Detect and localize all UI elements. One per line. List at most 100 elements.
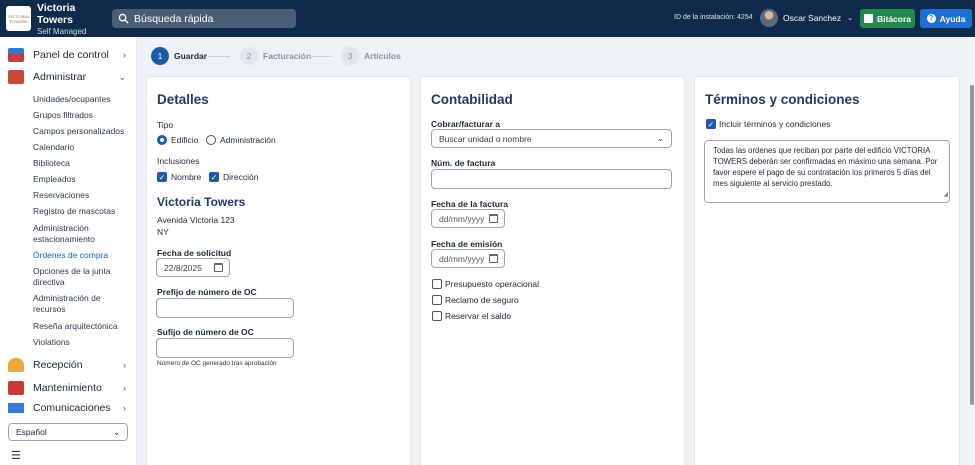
language-select[interactable]: Español ⌄ [8,423,128,441]
suffix-input[interactable] [156,338,294,358]
include-terms-checkbox[interactable]: ✓ [706,119,716,129]
sidebar-subitem[interactable]: Registro de mascotas [33,206,133,217]
issue-date-placeholder: dd/mm/yyyy [439,253,485,264]
include-name-checkbox[interactable]: ✓ [157,172,167,182]
type-building-label: Edificio [171,135,199,145]
type-building-radio[interactable] [157,135,167,145]
chevron-right-icon: › [123,50,126,60]
sidebar-subitem[interactable]: Calendario [33,142,133,153]
bill-to-label: Cobrar/facturar a [431,119,500,129]
scrollbar-thumb[interactable] [970,85,974,405]
terms-title: Términos y condiciones [705,92,860,107]
sidebar-item-communications[interactable]: Comunicaciones › [8,403,128,413]
step-billing[interactable]: 2 Facturación [240,47,311,65]
sidebar-subitem[interactable]: Opciones de la junta directiva [33,266,113,288]
reserve-balance-label: Reservar el saldo [445,311,512,321]
sidebar-subitem[interactable]: Biblioteca [33,158,133,169]
sidebar-item-label: Administrar [33,71,87,83]
collapse-menu-icon[interactable]: ☰ [11,449,21,462]
reserve-balance-checkbox[interactable] [432,311,442,321]
sidebar-item-maintenance[interactable]: Mantenimiento › [8,381,128,395]
invoice-num-input[interactable] [431,169,672,189]
sidebar-subitem[interactable]: Unidades/ocupantes [33,94,133,105]
sidebar-subitem[interactable]: Administración de recursos [33,293,113,315]
sidebar-subitem[interactable]: Reseña arquitectónica [33,321,133,332]
invoice-date-label: Fecha de la factura [431,199,509,209]
prefix-input[interactable] [156,298,294,318]
sidebar: Panel de control › Administrar ⌄ Unidade… [0,37,137,465]
home-icon [8,48,24,62]
top-bar: VICTORIA TOWERS Victoria Towers Self Man… [0,0,975,37]
operating-budget-checkbox[interactable] [432,279,442,289]
logo-text: VICTORIA TOWERS [8,13,29,24]
question-icon: ? [926,14,936,23]
resize-handle-icon[interactable]: ◢ [943,190,948,201]
sidebar-item-label: Comunicaciones [33,403,111,413]
sidebar-subitem-active[interactable]: Órdenes de compra [33,250,133,261]
megaphone-icon [8,403,24,413]
quick-search[interactable]: Búsqueda rápida [112,9,296,28]
step-save[interactable]: 1 Guardar [151,47,207,65]
toolbox-icon [8,381,24,395]
terms-card: Términos y condiciones ✓ Incluir término… [694,76,960,465]
help-button[interactable]: ? Ayuda [920,9,972,28]
bill-to-value: Buscar unidad o nombre [439,133,532,144]
issue-date-label: Fecha de emisión [431,239,503,249]
chevron-right-icon: › [123,383,126,393]
step-number: 1 [151,47,169,65]
logbook-button-label: Bitácora [876,13,911,24]
sidebar-item-admin[interactable]: Administrar ⌄ [8,70,128,84]
step-divider [208,56,230,57]
sidebar-subitem[interactable]: Campos personalizados [33,126,133,137]
chevron-down-icon: ⌄ [657,134,664,143]
sidebar-item-label: Mantenimiento [33,382,102,394]
sidebar-subitem[interactable]: Violations [33,337,133,348]
calendar-icon[interactable] [489,214,498,223]
type-admin-label: Administración [220,135,276,145]
search-placeholder: Búsqueda rápida [134,12,214,25]
chevron-down-icon: ⌄ [847,15,853,22]
sidebar-subitem[interactable]: Empleados [33,174,133,185]
chevron-down-icon: ⌄ [113,427,120,437]
bill-to-select[interactable]: Buscar unidad o nombre ⌄ [431,129,672,148]
search-icon [118,13,129,24]
suffix-label: Sufijo de número de OC [157,327,254,337]
include-address-label: Dirección [223,172,259,182]
step-label: Artículos [364,51,401,61]
operating-budget-label: Presupuesto operacional [445,279,540,289]
calendar-icon[interactable] [214,263,223,272]
inclusions-label: Inclusiones [157,156,200,166]
chevron-right-icon: › [123,403,126,413]
insurance-claim-label: Reclamo de seguro [445,295,519,305]
sidebar-subitem[interactable]: Reservaciones [33,190,133,201]
issue-date-input[interactable]: dd/mm/yyyy [431,249,505,268]
app-subtitle: Self Managed [37,26,87,36]
request-date-label: Fecha de solicitud [157,248,232,258]
calendar-icon[interactable] [489,254,498,263]
request-date-input[interactable]: 22/8/2025 [156,258,230,277]
terms-textarea[interactable]: Todas las ordenes que reciban por parte … [704,140,950,203]
sidebar-subitem[interactable]: Administración estacionamiento [33,223,123,245]
insurance-claim-checkbox[interactable] [432,295,442,305]
type-admin-radio[interactable] [206,135,216,145]
user-menu[interactable]: Oscar Sanchez ⌄ [760,9,853,27]
logbook-button[interactable]: Bitácora [860,9,915,28]
sidebar-subitem[interactable]: Grupos filtrados [33,110,133,121]
step-divider [309,56,331,57]
chevron-down-icon: ⌄ [118,71,126,82]
invoice-date-placeholder: dd/mm/yyyy [439,213,485,224]
step-items[interactable]: 3 Artículos [341,47,401,65]
type-label: Tipo [157,120,174,130]
invoice-date-input[interactable]: dd/mm/yyyy [431,209,505,228]
include-address-checkbox[interactable]: ✓ [209,172,219,182]
step-label: Guardar [174,51,208,61]
avatar [760,9,778,27]
terms-text: Todas las ordenes que reciban por parte … [713,146,938,188]
app-logo[interactable]: VICTORIA TOWERS [6,6,31,31]
step-number: 3 [341,47,359,65]
install-id: ID de la instalación: 4254 [674,14,753,21]
scrollbar[interactable] [968,37,975,465]
sidebar-item-reception[interactable]: Recepción › [8,358,128,372]
sidebar-item-panel[interactable]: Panel de control › [8,48,128,62]
step-number: 2 [240,47,258,65]
